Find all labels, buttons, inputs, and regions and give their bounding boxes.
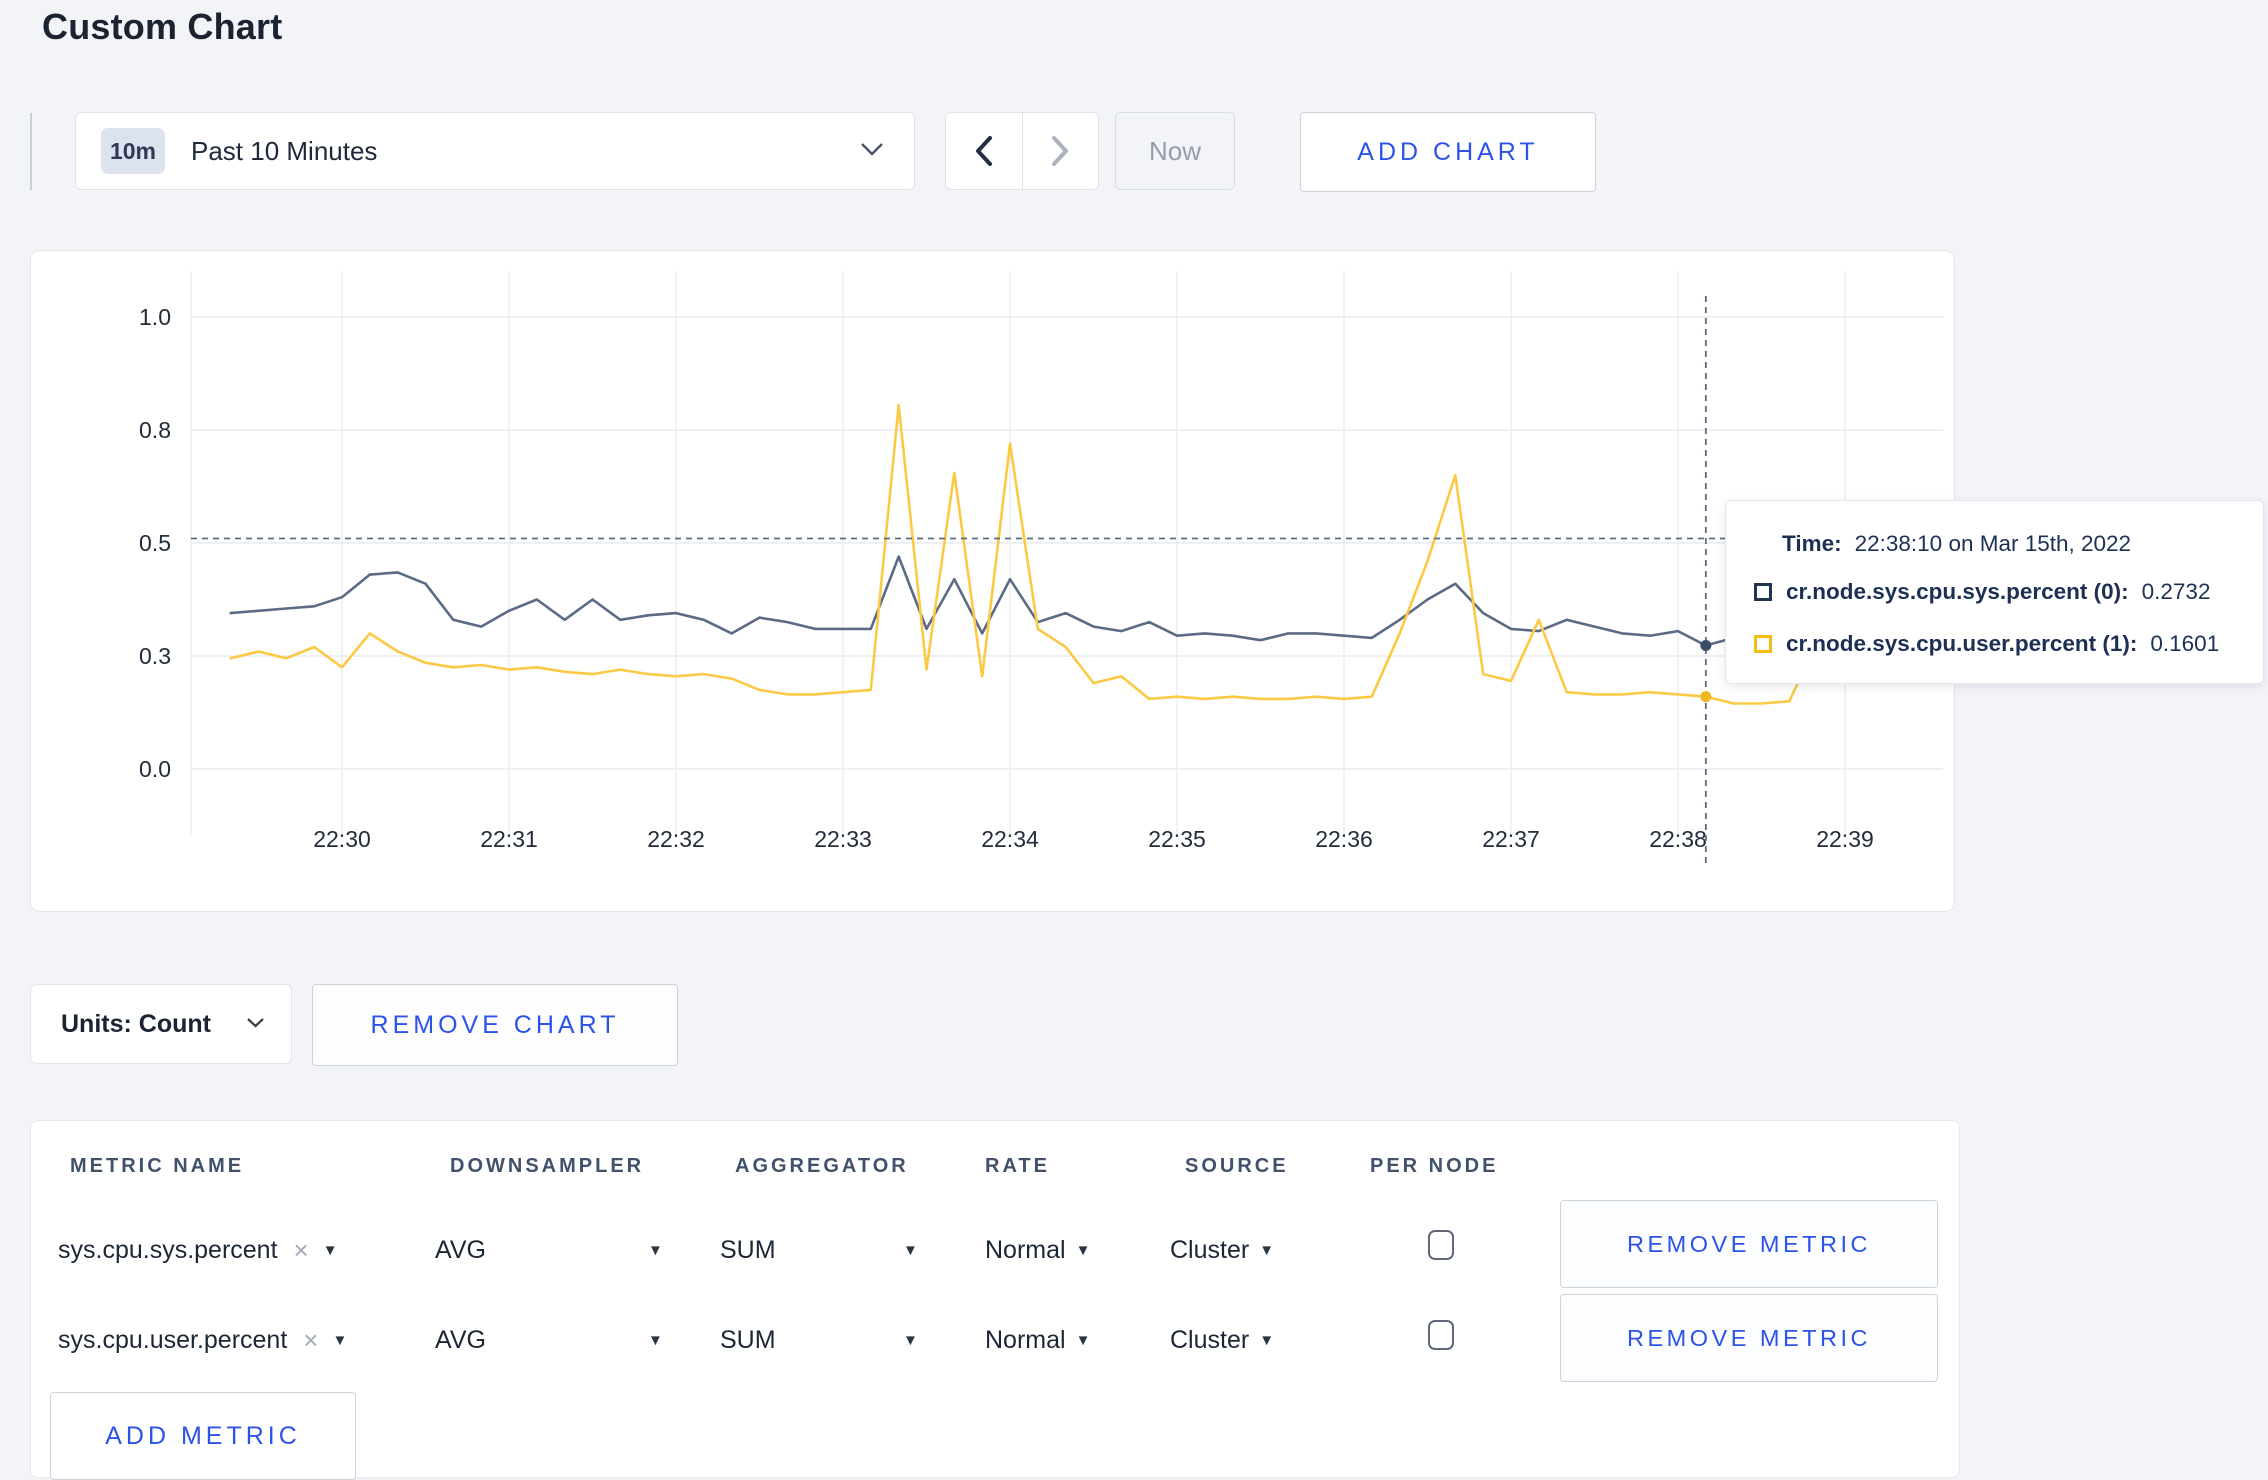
x-tick-label: 22:31 bbox=[480, 826, 538, 852]
downsampler-value: AVG bbox=[435, 1235, 486, 1264]
y-tick-label: 0.5 bbox=[139, 530, 171, 556]
per-node-checkbox[interactable] bbox=[1428, 1230, 1454, 1260]
y-tick-label: 1.0 bbox=[139, 304, 171, 330]
series-line-cr.node.sys.cpu.user.percent bbox=[229, 403, 1875, 705]
hover-dot-sys bbox=[1700, 640, 1712, 652]
caret-down-icon[interactable]: ▼ bbox=[648, 1242, 663, 1259]
source-select[interactable]: Cluster ▼ bbox=[1170, 1318, 1274, 1362]
caret-down-icon: ▼ bbox=[1259, 1241, 1275, 1259]
caret-down-icon[interactable]: ▼ bbox=[903, 1332, 918, 1349]
x-tick-label: 22:36 bbox=[1315, 826, 1373, 852]
col-header-source: SOURCE bbox=[1185, 1155, 1289, 1177]
add-metric-button[interactable]: ADD METRIC bbox=[50, 1392, 356, 1480]
caret-down-icon: ▼ bbox=[1259, 1331, 1275, 1349]
x-tick-label: 22:32 bbox=[647, 826, 705, 852]
caret-down-icon[interactable]: ▼ bbox=[903, 1242, 918, 1259]
caret-down-icon: ▼ bbox=[1075, 1241, 1091, 1259]
y-tick-label: 0.3 bbox=[139, 643, 171, 669]
tooltip-series-name: cr.node.sys.cpu.sys.percent (0): bbox=[1786, 579, 2129, 604]
col-header-aggregator: AGGREGATOR bbox=[735, 1155, 909, 1177]
aggregator-select[interactable]: SUM bbox=[720, 1228, 776, 1272]
remove-metric-button[interactable]: REMOVE METRIC bbox=[1560, 1294, 1938, 1382]
aggregator-value: SUM bbox=[720, 1235, 776, 1264]
aggregator-select[interactable]: SUM bbox=[720, 1318, 776, 1362]
y-tick-label: 0.8 bbox=[139, 417, 171, 443]
chevron-down-icon bbox=[860, 142, 884, 161]
downsampler-value: AVG bbox=[435, 1325, 486, 1354]
x-tick-label: 22:38 bbox=[1649, 826, 1707, 852]
source-select[interactable]: Cluster ▼ bbox=[1170, 1228, 1274, 1272]
tooltip-time-value: 22:38:10 on Mar 15th, 2022 bbox=[1854, 531, 2132, 556]
remove-metric-button[interactable]: REMOVE METRIC bbox=[1560, 1200, 1938, 1288]
time-selector-divider bbox=[30, 113, 32, 190]
chevron-left-icon bbox=[975, 136, 992, 166]
chevron-right-icon bbox=[1052, 136, 1069, 166]
metric-name-value: sys.cpu.user.percent bbox=[58, 1325, 288, 1354]
downsampler-select[interactable]: AVG bbox=[435, 1228, 486, 1272]
chevron-down-icon bbox=[246, 1015, 265, 1033]
metric-name-select[interactable]: sys.cpu.sys.percent × ▼ bbox=[58, 1228, 338, 1272]
series-swatch-sys-icon bbox=[1754, 583, 1772, 601]
tooltip-series-value: 0.1601 bbox=[2150, 631, 2220, 656]
aggregator-value: SUM bbox=[720, 1325, 776, 1354]
hover-dot-user bbox=[1700, 691, 1712, 703]
clear-metric-icon[interactable]: × bbox=[303, 1325, 318, 1356]
units-label: Units: Count bbox=[61, 1009, 211, 1038]
chart-card: 0.0 0.3 0.5 0.8 1.0 22:30 22:31 22:32 22:33 22:34… bbox=[30, 250, 1955, 912]
time-window-badge: 10m bbox=[101, 128, 165, 174]
col-header-per-node: PER NODE bbox=[1370, 1155, 1499, 1177]
rate-value: Normal bbox=[985, 1325, 1066, 1354]
x-tick-label: 22:35 bbox=[1148, 826, 1206, 852]
per-node-checkbox[interactable] bbox=[1428, 1320, 1454, 1350]
x-tick-label: 22:30 bbox=[313, 826, 371, 852]
now-button[interactable]: Now bbox=[1115, 112, 1235, 190]
time-window-dropdown[interactable]: 10m Past 10 Minutes bbox=[75, 112, 915, 190]
x-tick-label: 22:39 bbox=[1816, 826, 1874, 852]
rate-value: Normal bbox=[985, 1235, 1066, 1264]
source-value: Cluster bbox=[1170, 1235, 1250, 1264]
col-header-metric-name: METRIC NAME bbox=[70, 1155, 245, 1177]
col-header-rate: RATE bbox=[985, 1155, 1050, 1177]
metric-name-select[interactable]: sys.cpu.user.percent × ▼ bbox=[58, 1318, 347, 1362]
caret-down-icon[interactable]: ▼ bbox=[648, 1332, 663, 1349]
time-nav-group bbox=[945, 112, 1099, 190]
remove-chart-button[interactable]: REMOVE CHART bbox=[312, 984, 678, 1066]
rate-select[interactable]: Normal ▼ bbox=[985, 1228, 1090, 1272]
series-line-cr.node.sys.cpu.sys.percent bbox=[229, 555, 1875, 647]
timeseries-chart[interactable]: 0.0 0.3 0.5 0.8 1.0 22:30 22:31 22:32 22:33 22:34… bbox=[31, 251, 1956, 913]
prev-time-button[interactable] bbox=[946, 113, 1022, 189]
tooltip-time-label: Time: bbox=[1782, 531, 1842, 556]
time-window-label: Past 10 Minutes bbox=[191, 135, 378, 166]
next-time-button[interactable] bbox=[1021, 113, 1099, 189]
col-header-downsampler: DOWNSAMPLER bbox=[450, 1155, 645, 1177]
chart-tooltip: Time: 22:38:10 on Mar 15th, 2022 cr.node… bbox=[1725, 500, 2264, 684]
y-tick-label: 0.0 bbox=[139, 756, 171, 782]
units-dropdown[interactable]: Units: Count bbox=[30, 984, 292, 1064]
x-tick-label: 22:37 bbox=[1482, 826, 1540, 852]
add-chart-button[interactable]: ADD CHART bbox=[1300, 112, 1596, 192]
caret-down-icon: ▼ bbox=[1075, 1331, 1091, 1349]
x-tick-label: 22:34 bbox=[981, 826, 1039, 852]
series-swatch-user-icon bbox=[1754, 635, 1772, 653]
x-tick-label: 22:33 bbox=[814, 826, 872, 852]
metric-name-value: sys.cpu.sys.percent bbox=[58, 1235, 278, 1264]
clear-metric-icon[interactable]: × bbox=[294, 1235, 309, 1266]
downsampler-select[interactable]: AVG bbox=[435, 1318, 486, 1362]
rate-select[interactable]: Normal ▼ bbox=[985, 1318, 1090, 1362]
page-title: Custom Chart bbox=[42, 6, 283, 47]
caret-down-icon: ▼ bbox=[332, 1331, 348, 1349]
tooltip-series-value: 0.2732 bbox=[2141, 579, 2211, 604]
tooltip-series-name: cr.node.sys.cpu.user.percent (1): bbox=[1786, 631, 2138, 656]
source-value: Cluster bbox=[1170, 1325, 1250, 1354]
caret-down-icon: ▼ bbox=[322, 1241, 338, 1259]
